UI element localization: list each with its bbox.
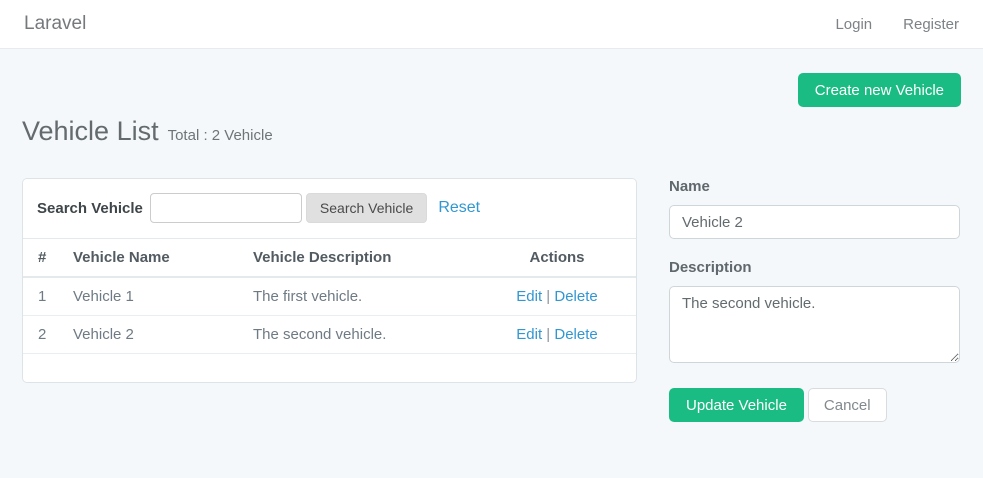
row-num: 2 [23, 316, 63, 354]
main-columns: Search Vehicle Search Vehicle Reset # Ve… [22, 178, 961, 422]
table-header-row: # Vehicle Name Vehicle Description Actio… [23, 239, 636, 278]
header-num: # [23, 239, 63, 278]
row-description: The first vehicle. [243, 277, 478, 316]
reset-link[interactable]: Reset [438, 199, 480, 217]
table-row: 2 Vehicle 2 The second vehicle. Edit | D… [23, 316, 636, 354]
form-buttons: Update Vehicle Cancel [669, 388, 960, 422]
description-textarea[interactable]: The second vehicle. [669, 286, 960, 363]
table-row: 1 Vehicle 1 The first vehicle. Edit | De… [23, 277, 636, 316]
name-field-group: Name [669, 178, 960, 239]
login-link[interactable]: Login [835, 16, 872, 33]
delete-link[interactable]: Delete [554, 288, 597, 305]
brand-link[interactable]: Laravel [24, 13, 86, 35]
edit-link[interactable]: Edit [516, 288, 542, 305]
page-content: Create new Vehicle Vehicle List Total : … [0, 73, 983, 422]
row-description: The second vehicle. [243, 316, 478, 354]
navbar: Laravel Login Register [0, 0, 983, 49]
delete-link[interactable]: Delete [554, 326, 597, 343]
total-count-label: Total : 2 Vehicle [168, 127, 273, 144]
page-heading: Vehicle List Total : 2 Vehicle [22, 116, 961, 147]
vehicle-list-panel: Search Vehicle Search Vehicle Reset # Ve… [22, 178, 637, 383]
cancel-button[interactable]: Cancel [808, 388, 887, 422]
search-row: Search Vehicle Search Vehicle Reset [23, 179, 636, 238]
row-name: Vehicle 2 [63, 316, 243, 354]
search-input[interactable] [150, 193, 302, 223]
edit-link[interactable]: Edit [516, 326, 542, 343]
page-title: Vehicle List [22, 116, 159, 147]
action-separator: | [546, 326, 550, 343]
register-link[interactable]: Register [903, 16, 959, 33]
edit-vehicle-form: Name Description The second vehicle. Upd… [669, 178, 960, 422]
description-field-group: Description The second vehicle. [669, 259, 960, 368]
search-button[interactable]: Search Vehicle [306, 193, 427, 223]
header-description: Vehicle Description [243, 239, 478, 278]
update-vehicle-button[interactable]: Update Vehicle [669, 388, 804, 422]
action-separator: | [546, 288, 550, 305]
header-name: Vehicle Name [63, 239, 243, 278]
row-name: Vehicle 1 [63, 277, 243, 316]
vehicle-table: # Vehicle Name Vehicle Description Actio… [23, 238, 636, 354]
header-actions: Actions [478, 239, 636, 278]
row-actions: Edit | Delete [478, 316, 636, 354]
description-label: Description [669, 259, 960, 276]
create-row: Create new Vehicle [22, 73, 961, 107]
row-actions: Edit | Delete [478, 277, 636, 316]
name-input[interactable] [669, 205, 960, 239]
navbar-links: Login Register [835, 16, 959, 33]
name-label: Name [669, 178, 960, 195]
create-vehicle-button[interactable]: Create new Vehicle [798, 73, 961, 107]
search-label: Search Vehicle [37, 200, 143, 217]
row-num: 1 [23, 277, 63, 316]
